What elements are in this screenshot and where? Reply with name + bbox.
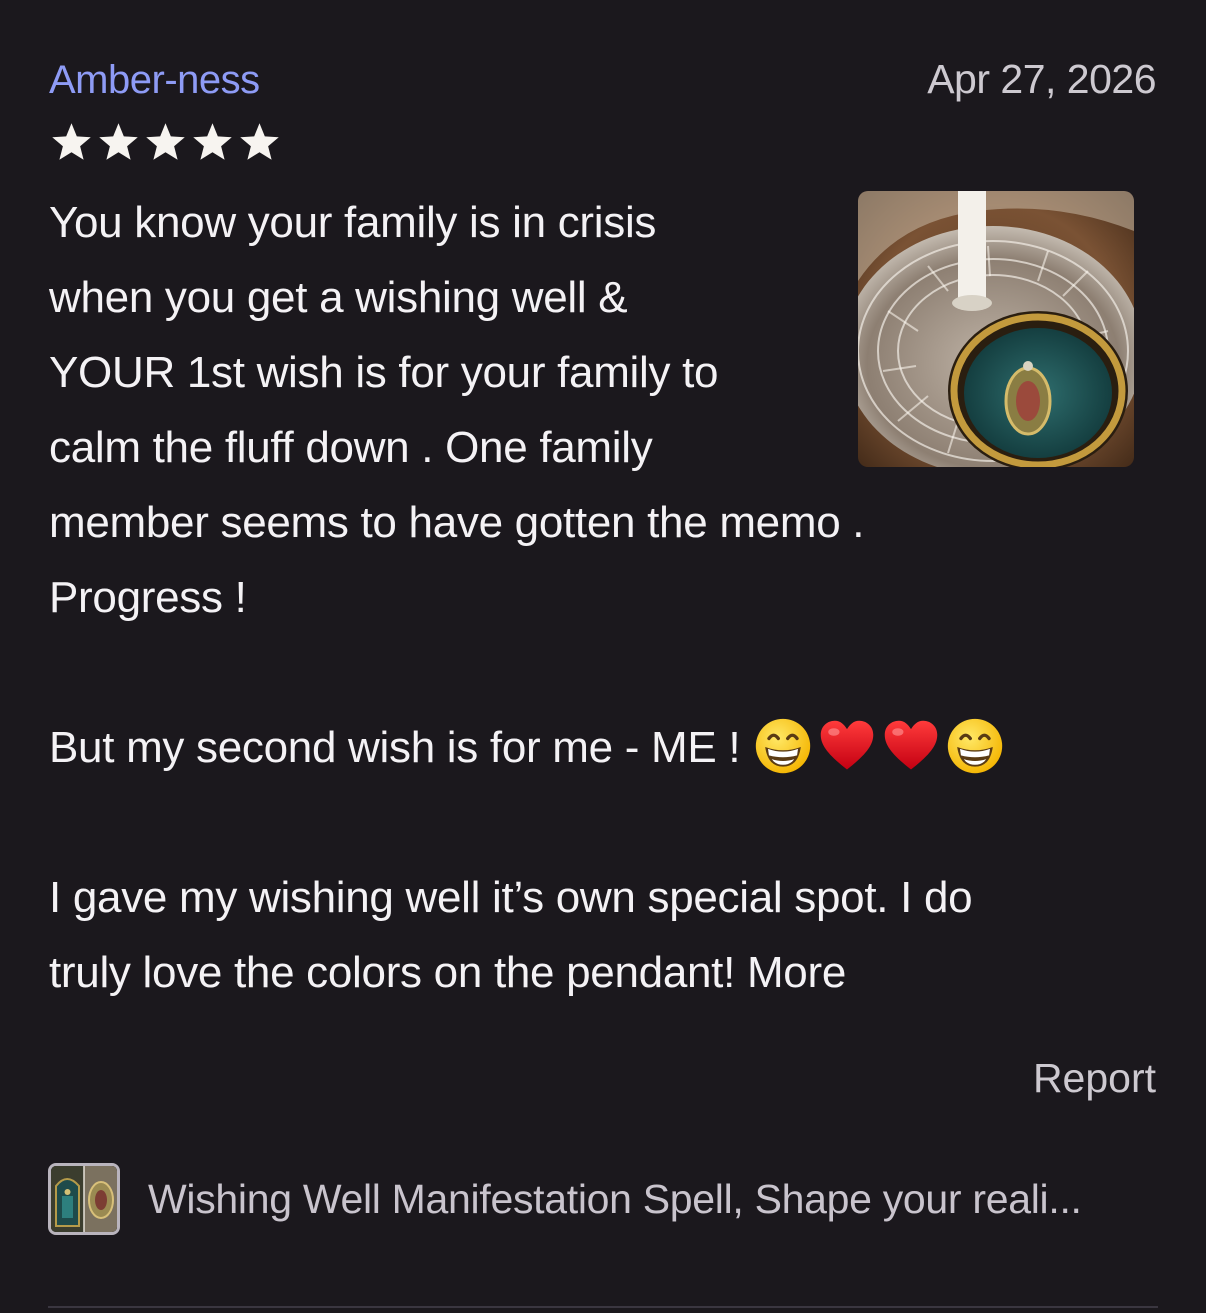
product-thumbnail xyxy=(48,1163,120,1235)
star-icon xyxy=(52,123,91,160)
grinning-face-emoji-icon xyxy=(947,719,1003,774)
review-paragraph-second: But my second wish is for me - ME ! xyxy=(49,710,1159,785)
report-button[interactable]: Report xyxy=(1033,1053,1156,1103)
product-thumbnail-image xyxy=(51,1166,117,1232)
red-heart-emoji-icon xyxy=(820,721,874,770)
review-line: But my second wish is for me - ME ! xyxy=(49,723,753,772)
red-heart-emoji-icon xyxy=(884,721,938,770)
review-paragraph-third-end: truly love the colors on the pendant! Mo… xyxy=(49,935,1159,1010)
grinning-face-emoji-icon xyxy=(755,719,811,774)
star-icon xyxy=(99,123,138,160)
star-icon xyxy=(193,123,232,160)
review-photo-image xyxy=(858,191,1134,467)
star-icon xyxy=(146,123,185,160)
review-line: truly love the colors on the pendant! xyxy=(49,948,747,997)
review-date: Apr 27, 2026 xyxy=(927,56,1156,102)
review-card: Amber-ness Apr 27, 2026 You know your fa… xyxy=(0,0,1206,1313)
divider xyxy=(48,1306,1158,1308)
product-link[interactable]: Wishing Well Manifestation Spell, Shape … xyxy=(48,1160,1158,1238)
star-rating xyxy=(48,120,283,164)
reviewer-name-link[interactable]: Amber-ness xyxy=(49,56,260,104)
review-line: Progress ! xyxy=(49,573,247,622)
star-icon xyxy=(240,123,279,160)
product-title[interactable]: Wishing Well Manifestation Spell, Shape … xyxy=(148,1174,1148,1224)
review-photo[interactable] xyxy=(858,191,1134,467)
more-link[interactable]: More xyxy=(747,948,846,997)
emoji-group xyxy=(752,716,1006,776)
review-line: I gave my wishing well it’s own special … xyxy=(49,873,973,922)
review-line: member seems to have gotten the memo . xyxy=(49,498,865,547)
